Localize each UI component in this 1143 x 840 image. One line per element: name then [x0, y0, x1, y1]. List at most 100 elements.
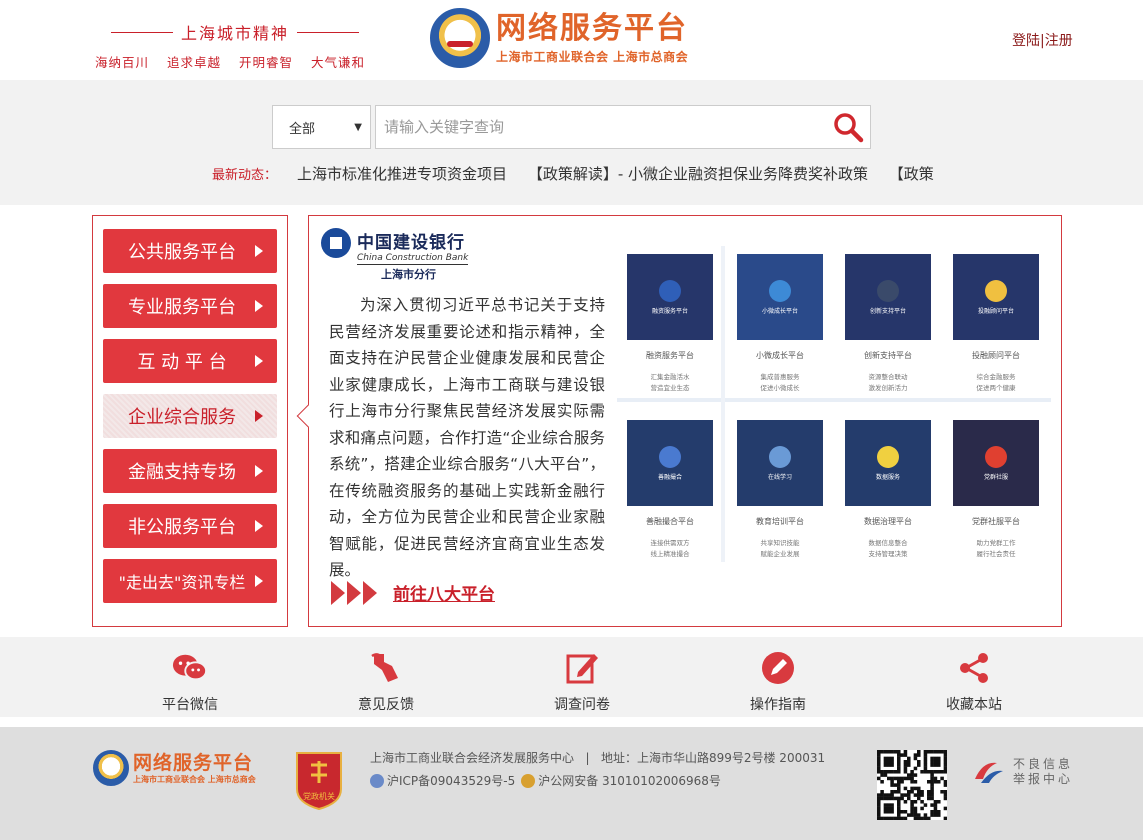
spirit-value: 追求卓越 [167, 55, 222, 70]
platform-tile[interactable]: 投融顾问平台 [953, 254, 1039, 340]
platform-tile-caption: 小微成长平台 [761, 307, 798, 315]
platform-tile[interactable]: 善融撮合 [627, 420, 713, 506]
footer-logo-subtitle: 上海市工商业联合会 上海市总商会 [133, 774, 256, 784]
wechat-icon [172, 650, 208, 686]
survey-icon [564, 650, 600, 686]
search-band: 全部 ▼ 最新动态： 上海市标准化推进专项资金项目 【政策解读】- 小微企业融资… [0, 80, 1143, 205]
news-ticker-bar: 最新动态： 上海市标准化推进专项资金项目 【政策解读】- 小微企业融资担保业务降… [212, 163, 943, 184]
tool-label: 调查问卷 [554, 697, 610, 713]
tool-guide[interactable]: 操作指南 [718, 650, 838, 714]
platform-tile-desc: 支持管理决策 [868, 550, 908, 558]
tool-wechat[interactable]: 平台微信 [130, 650, 250, 714]
tool-bookmark[interactable]: 收藏本站 [914, 650, 1034, 714]
footer-logo: 网络服务平台 上海市工商业联合会 上海市总商会 [93, 750, 256, 786]
footer-police[interactable]: 沪公网安备 31010102006968号 [538, 772, 721, 789]
footer-org: 上海市工商业联合会经济发展服务中心 [370, 751, 575, 765]
footer: 网络服务平台 上海市工商业联合会 上海市总商会 党政机关 上海市工商业联合会经济… [0, 727, 1143, 840]
sidebar-item-go-global[interactable]: "走出去"资讯专栏 [103, 559, 277, 603]
report-line-2: 举报中心 [1013, 772, 1074, 786]
platform-tile-icon [769, 279, 791, 302]
platform-tile[interactable]: 小微成长平台 [737, 254, 823, 340]
bank-name-en: China Construction Bank [357, 253, 469, 265]
register-link[interactable]: 注册 [1045, 33, 1073, 49]
tool-survey[interactable]: 调查问卷 [522, 650, 642, 714]
feedback-icon [368, 650, 404, 686]
platform-tile[interactable]: 融资服务平台 [627, 254, 713, 340]
divider [721, 246, 725, 562]
tool-label: 平台微信 [162, 697, 218, 713]
sidebar-item-finance-support[interactable]: 金融支持专场 [103, 449, 277, 493]
platforms-grid: 融资服务平台 融资服务平台 汇集金融活水 营造宜业生态 小微成长平台 小微成长平台 集成普惠… [617, 246, 1051, 566]
platform-tile-desc: 共享知识技能 [760, 539, 800, 547]
arrow-right-icon [255, 465, 263, 477]
triple-chevron-icon [331, 580, 379, 605]
sidebar-item-label: 专业服务平台 [128, 297, 236, 318]
chevron-down-icon: ▼ [354, 121, 362, 133]
platform-tile-desc: 连接供需双方 [650, 539, 690, 547]
footer-address: 地址：上海市华山路899号2号楼 200031 [600, 751, 826, 765]
ccb-logo-icon [321, 228, 351, 258]
news-item[interactable]: 【政策解读】- 小微企业融资担保业务降费奖补政策 [528, 165, 868, 183]
content-panel: 中国建设银行 China Construction Bank 上海市分行 为深入… [296, 215, 1062, 627]
platform-tile-icon [659, 445, 681, 468]
report-center-link[interactable]: 不良信息 举报中心 [973, 757, 1073, 787]
badge-label: 党政机关 [303, 791, 335, 801]
platform-tile-desc: 资源整合联动 [868, 373, 908, 381]
platform-tile[interactable]: 数据服务 [845, 420, 931, 506]
news-item[interactable]: 【政策 [889, 165, 934, 183]
sidebar-item-professional-service[interactable]: 专业服务平台 [103, 284, 277, 328]
sidebar-item-label: 企业综合服务 [128, 407, 236, 428]
goto-label: 前往八大平台 [393, 585, 495, 605]
platform-tile[interactable]: 党群社服 [953, 420, 1039, 506]
spirit-title: 上海城市精神 [180, 24, 289, 43]
arrow-right-icon [255, 245, 263, 257]
arrow-right-icon [255, 410, 263, 422]
platform-tile-name: 数据治理平台 [864, 517, 912, 526]
platform-sidebar: 公共服务平台 专业服务平台 互 动 平 台 企业综合服务 金融支持专场 非公服务… [92, 215, 288, 627]
login-link[interactable]: 登陆 [1012, 33, 1040, 49]
platform-tile-icon [769, 445, 791, 468]
platform-tile-desc: 助力党群工作 [976, 539, 1016, 547]
footer-icp[interactable]: 沪ICP备09043529号-5 [387, 772, 515, 789]
platform-tile-caption: 善融撮合 [657, 473, 682, 481]
sidebar-item-enterprise-service[interactable]: 企业综合服务 [103, 394, 277, 438]
share-icon [956, 650, 992, 686]
news-item[interactable]: 上海市标准化推进专项资金项目 [297, 165, 507, 183]
site-logo[interactable]: 网络服务平台 上海市工商业联合会 上海市总商会 [430, 8, 688, 68]
report-center-icon [975, 762, 1003, 783]
search-input[interactable] [376, 106, 826, 148]
sidebar-item-label: 非公服务平台 [128, 517, 236, 538]
city-spirit: 上海城市精神 海纳百川 追求卓越 开明睿智 大气谦和 [95, 20, 375, 71]
sidebar-item-label: 金融支持专场 [128, 462, 236, 483]
platform-tile-name: 教育培训平台 [756, 517, 804, 526]
platform-tile-icon [985, 445, 1007, 468]
platform-tile-desc: 汇集金融活水 [650, 373, 690, 381]
search-icon [834, 113, 864, 143]
logo-emblem-icon [93, 750, 129, 786]
gov-agency-badge[interactable]: 党政机关 [293, 749, 345, 811]
sidebar-item-public-service[interactable]: 公共服务平台 [103, 229, 277, 273]
platform-tile-icon [877, 279, 899, 302]
platform-tile-desc: 线上精准撮合 [650, 550, 690, 558]
sidebar-item-interactive[interactable]: 互 动 平 台 [103, 339, 277, 383]
sidebar-item-non-public-service[interactable]: 非公服务平台 [103, 504, 277, 548]
arrow-right-icon [255, 300, 263, 312]
search-bar: 全部 ▼ [272, 105, 871, 149]
platform-tile-caption: 融资服务平台 [651, 307, 688, 315]
platform-tile[interactable]: 创新支持平台 [845, 254, 931, 340]
search-button[interactable] [826, 106, 870, 148]
bank-logo: 中国建设银行 China Construction Bank 上海市分行 [321, 228, 469, 282]
divider [617, 398, 1051, 402]
search-scope-select[interactable]: 全部 ▼ [272, 105, 371, 149]
tool-feedback[interactable]: 意见反馈 [326, 650, 446, 714]
header: 上海城市精神 海纳百川 追求卓越 开明睿智 大气谦和 网络服务平台 上海市工商业… [0, 0, 1143, 80]
goto-eight-platforms-link[interactable]: 前往八大平台 [331, 580, 495, 605]
platform-tile[interactable]: 在线学习 [737, 420, 823, 506]
platform-tile-name: 善融撮合平台 [646, 517, 694, 526]
divider [110, 31, 173, 33]
platform-tile-name: 创新支持平台 [864, 351, 912, 360]
platform-tile-name: 小微成长平台 [756, 351, 804, 360]
platform-tile-desc: 数据信息整合 [868, 539, 908, 547]
platform-tile-caption: 创新支持平台 [869, 307, 906, 315]
logo-title: 网络服务平台 [496, 10, 688, 46]
